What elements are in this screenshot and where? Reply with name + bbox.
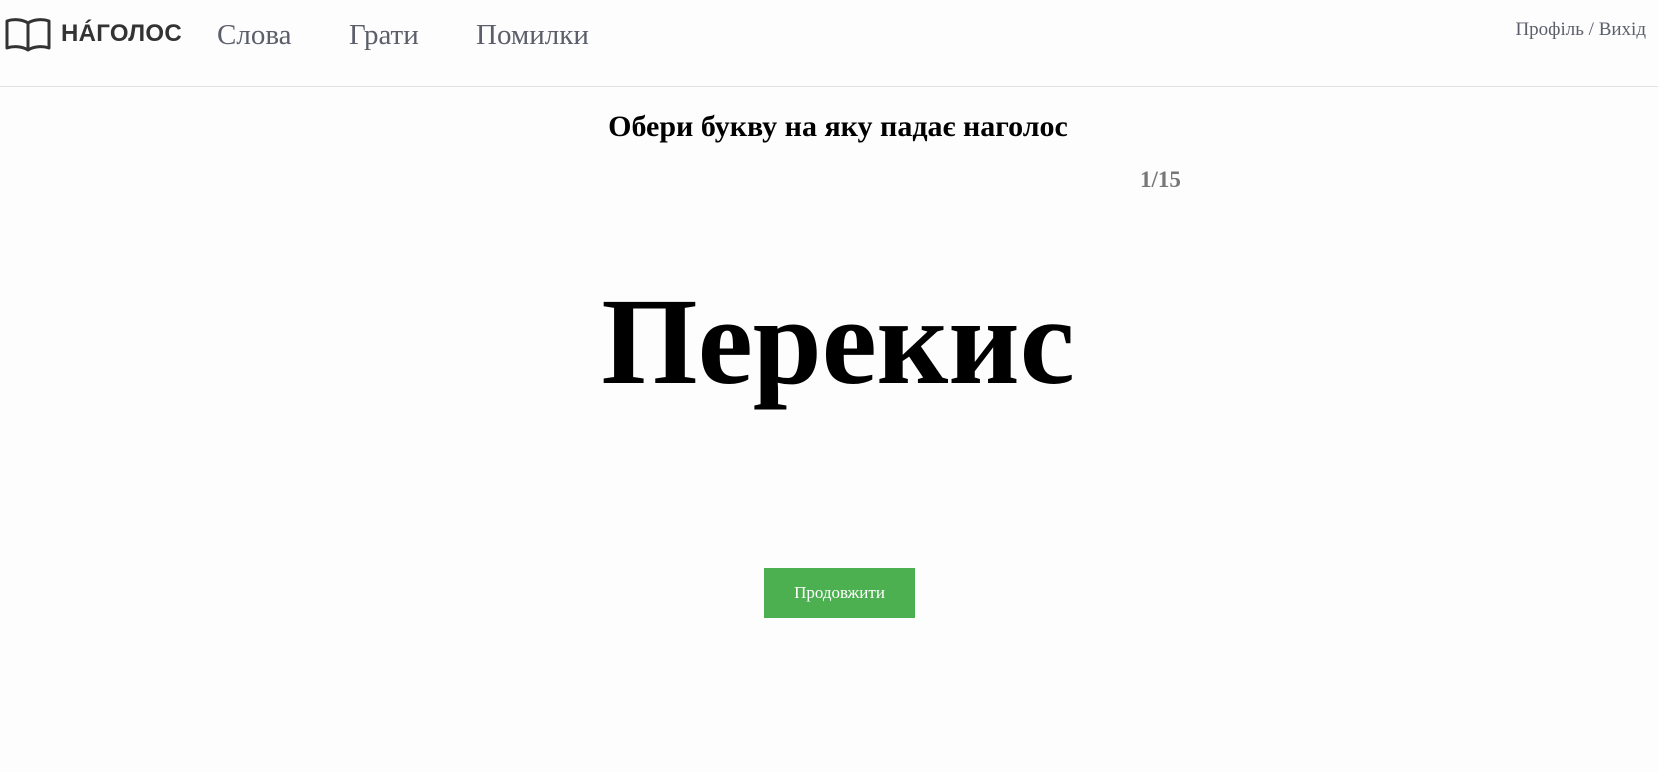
site-logo[interactable]: НÁГОЛОС — [4, 14, 182, 54]
logo-text: НÁГОЛОС — [61, 20, 182, 47]
continue-button[interactable]: Продовжити — [764, 568, 915, 618]
word-letter[interactable]: е — [698, 273, 753, 410]
word-letter[interactable]: и — [948, 273, 1019, 410]
logout-link[interactable]: Вихід — [1599, 19, 1646, 40]
word-letter[interactable]: е — [822, 273, 877, 410]
nav-item-mistakes[interactable]: Помилки — [476, 17, 589, 53]
word-letter[interactable]: р — [753, 273, 822, 410]
word-letter[interactable]: с — [1020, 273, 1075, 410]
nav-item-words[interactable]: Слова — [217, 17, 292, 53]
quiz-word: Перекис — [0, 272, 1658, 412]
user-links-separator: / — [1583, 19, 1599, 40]
nav-item-play[interactable]: Грати — [349, 17, 419, 53]
quiz-instruction: Обери букву на яку падає наголос — [608, 110, 1068, 143]
question-counter: 1/15 — [1140, 167, 1181, 192]
user-links: Профіль / Вихід — [1515, 18, 1646, 42]
word-letter[interactable]: П — [601, 273, 697, 410]
top-navigation-bar: НÁГОЛОС Слова Грати Помилки Профіль / Ви… — [0, 0, 1658, 87]
open-book-icon — [4, 16, 52, 52]
profile-link[interactable]: Профіль — [1515, 19, 1583, 40]
word-letter[interactable]: к — [877, 273, 948, 410]
